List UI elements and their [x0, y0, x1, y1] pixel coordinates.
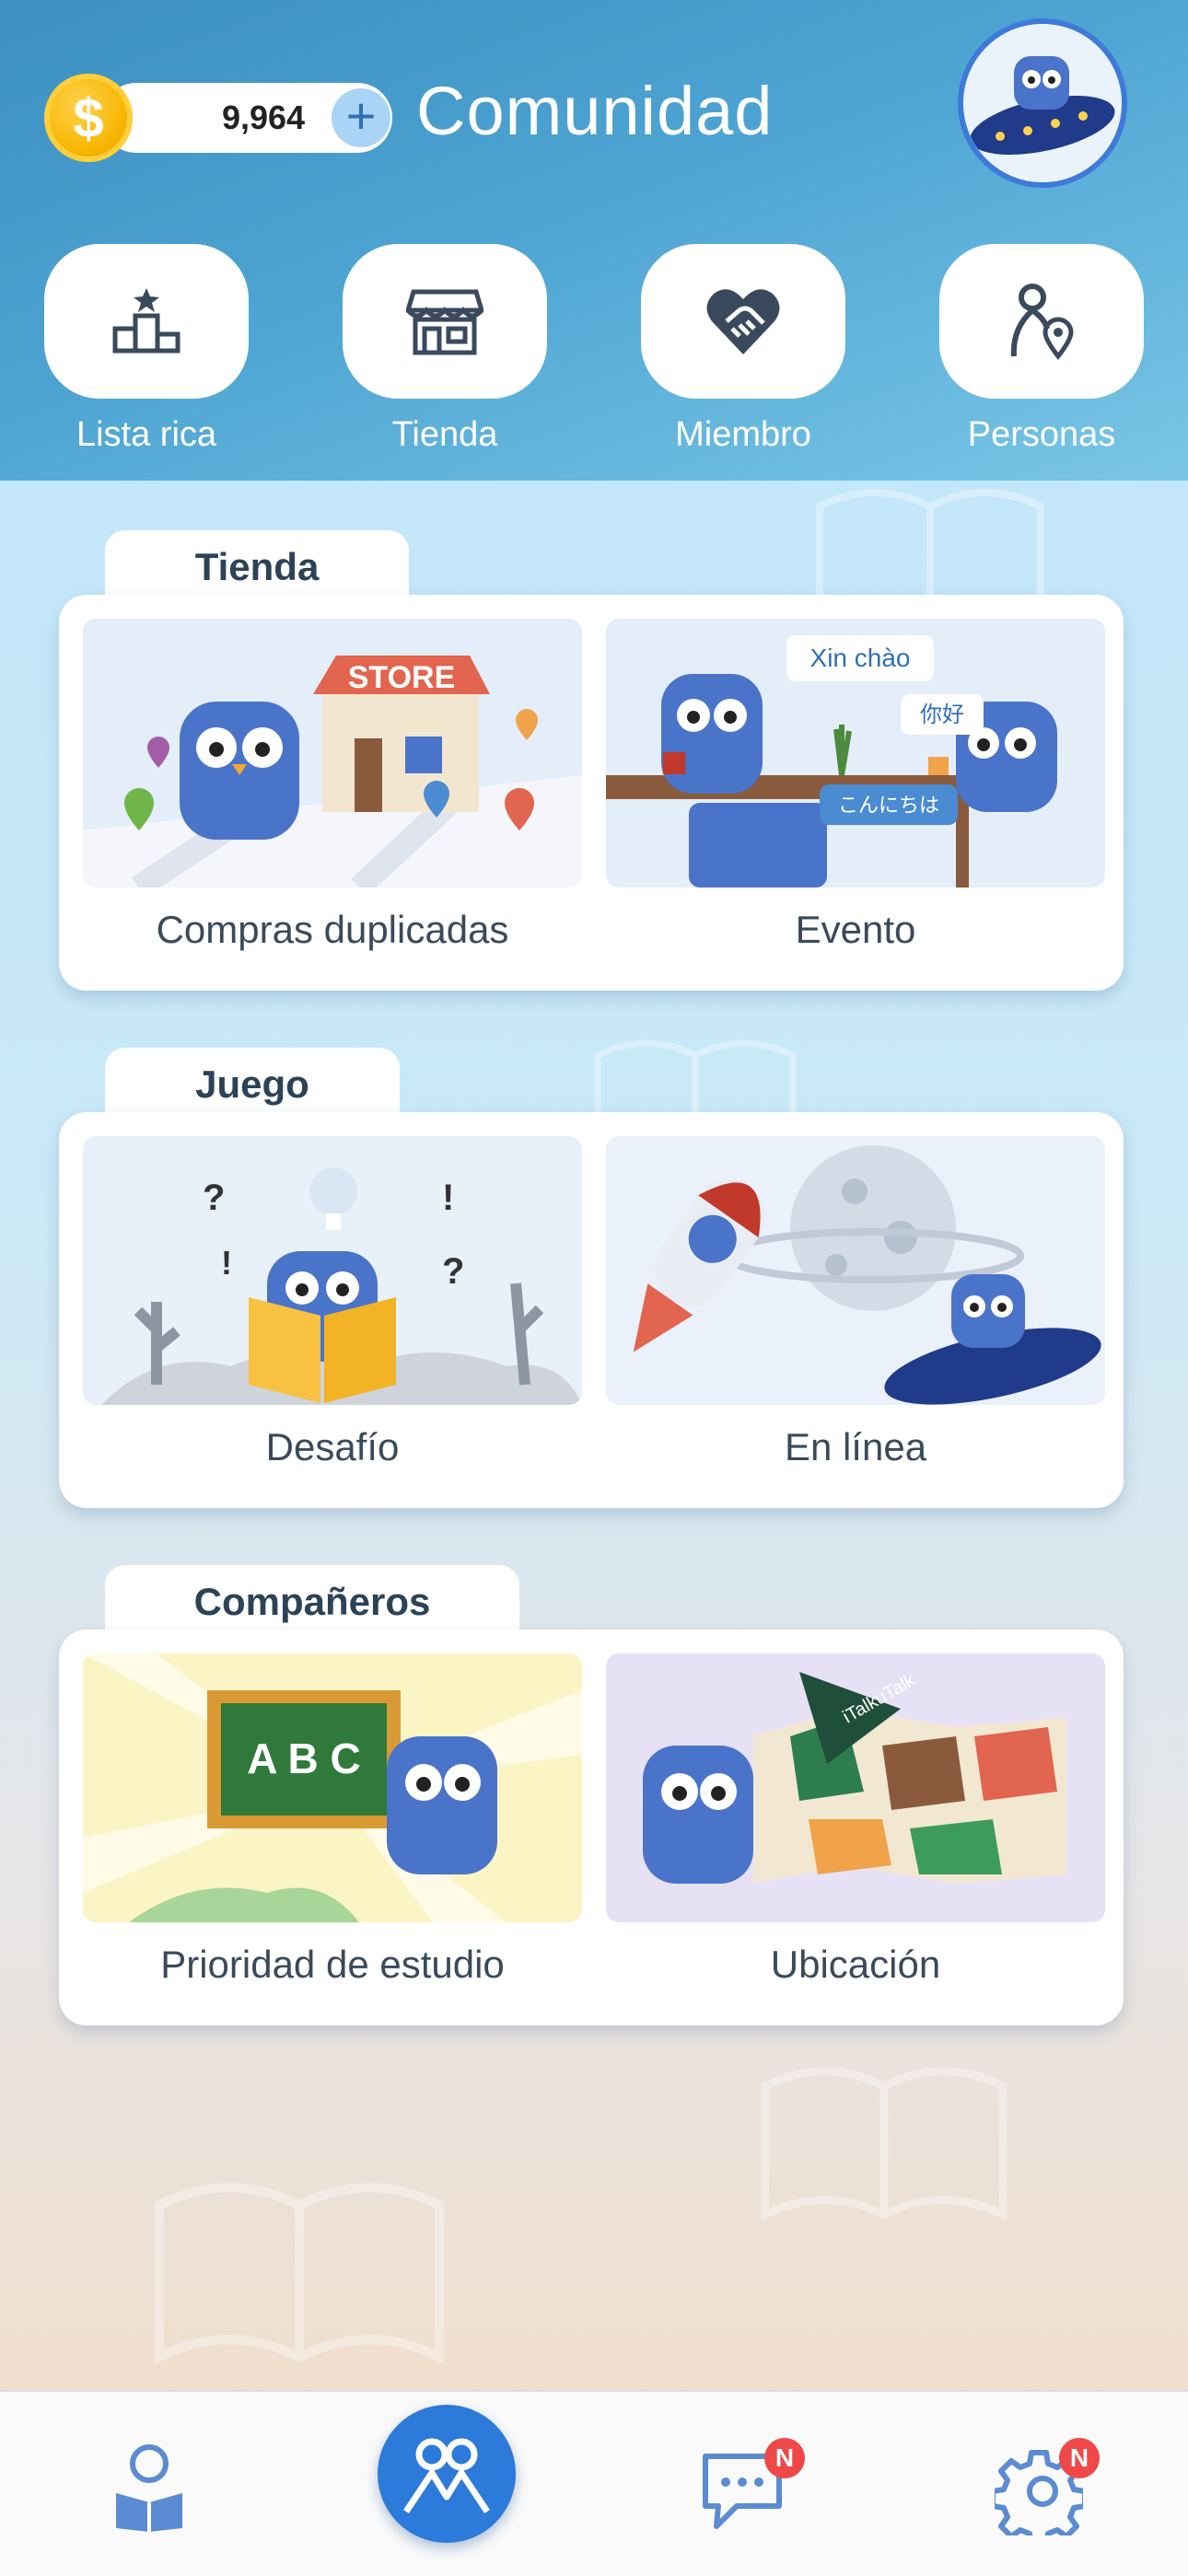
bubble-vi-text: Xin chào [810, 644, 911, 672]
quick-action-label: Personas [967, 415, 1116, 454]
podium-icon [112, 288, 181, 354]
person-location-icon [1010, 284, 1074, 360]
quick-action-pill [641, 244, 845, 399]
quick-action-pill [939, 244, 1144, 399]
tile-label: Desafío [265, 1425, 400, 1468]
quick-action-tienda[interactable]: Tienda [343, 244, 547, 455]
page-title: Comunidad [416, 73, 774, 149]
add-coins-button[interactable]: + [332, 88, 390, 147]
section-card-companeros: A B C Prioridad de estudio iTalkuTalk Ub… [59, 1630, 1124, 2025]
nav-learning[interactable] [111, 2443, 188, 2536]
tile-label: Prioridad de estudio [160, 1943, 505, 1986]
tile-en-linea[interactable] [606, 1136, 1105, 1405]
quick-action-miembro[interactable]: Miembro [641, 244, 845, 455]
quick-action-pill [343, 244, 547, 399]
heart-handshake-icon [706, 289, 780, 354]
svg-text:?: ? [203, 1178, 225, 1218]
tile-evento[interactable]: Xin chào 你好 こんにちは [606, 619, 1105, 888]
header: 9,964 $ + Comunidad Lista rica Tienda Mi… [0, 0, 1188, 481]
tile-label: Ubicación [770, 1943, 941, 1986]
bubble-ja-text: こんにちは [838, 795, 939, 818]
quick-action-label: Miembro [675, 415, 811, 454]
language-exchange-illustration: Xin chào 你好 こんにちは [606, 619, 1105, 888]
map-owl-illustration: iTalkuTalk [606, 1654, 1105, 1922]
store-sign-text: STORE [348, 660, 456, 695]
background-book-icon [761, 2067, 1007, 2222]
board-text: A B C [247, 1735, 361, 1782]
quick-action-personas[interactable]: Personas [939, 244, 1144, 455]
svg-text:?: ? [442, 1251, 464, 1292]
quick-action-label: Lista rica [76, 415, 217, 454]
chat-notification-badge: N [764, 2438, 805, 2478]
avatar[interactable] [958, 18, 1127, 188]
section-card-juego: ? ? ! ! Desafío En línea [59, 1112, 1124, 1508]
tile-ubicacion[interactable]: iTalkuTalk [606, 1654, 1105, 1922]
background-book-icon [154, 2183, 445, 2365]
tile-label: Compras duplicadas [156, 908, 509, 951]
challenge-owl-illustration: ? ? ! ! [83, 1136, 582, 1405]
store-owl-illustration: STORE [83, 619, 582, 888]
owl-ufo-avatar-icon [963, 24, 1122, 182]
section-card-tienda: STORE Compras duplicadas Xin chào 你好 こんに… [59, 595, 1124, 991]
rocket-ufo-illustration [606, 1136, 1105, 1405]
settings-notification-badge: N [1059, 2438, 1100, 2478]
person-reading-icon [116, 2444, 182, 2532]
tile-label: Evento [795, 908, 916, 951]
quick-action-pill [44, 244, 249, 399]
tile-desafio[interactable]: ? ? ! ! [83, 1136, 582, 1405]
nav-community-button[interactable] [378, 2405, 516, 2543]
community-icon [403, 2438, 490, 2513]
coin-icon: $ [44, 74, 133, 162]
bubble-zh-text: 你好 [920, 702, 964, 727]
quick-action-label: Tienda [391, 415, 498, 454]
tile-label: En línea [784, 1425, 927, 1468]
svg-text:!: ! [442, 1178, 454, 1218]
quick-action-lista-rica[interactable]: Lista rica [44, 244, 249, 455]
tile-compras-duplicadas[interactable]: STORE [83, 619, 582, 888]
store-icon [406, 289, 483, 355]
tile-prioridad-de-estudio[interactable]: A B C [83, 1654, 582, 1922]
svg-text:!: ! [221, 1244, 232, 1282]
blackboard-owl-illustration: A B C [83, 1654, 582, 1922]
coin-balance: 9,964 [221, 99, 306, 136]
